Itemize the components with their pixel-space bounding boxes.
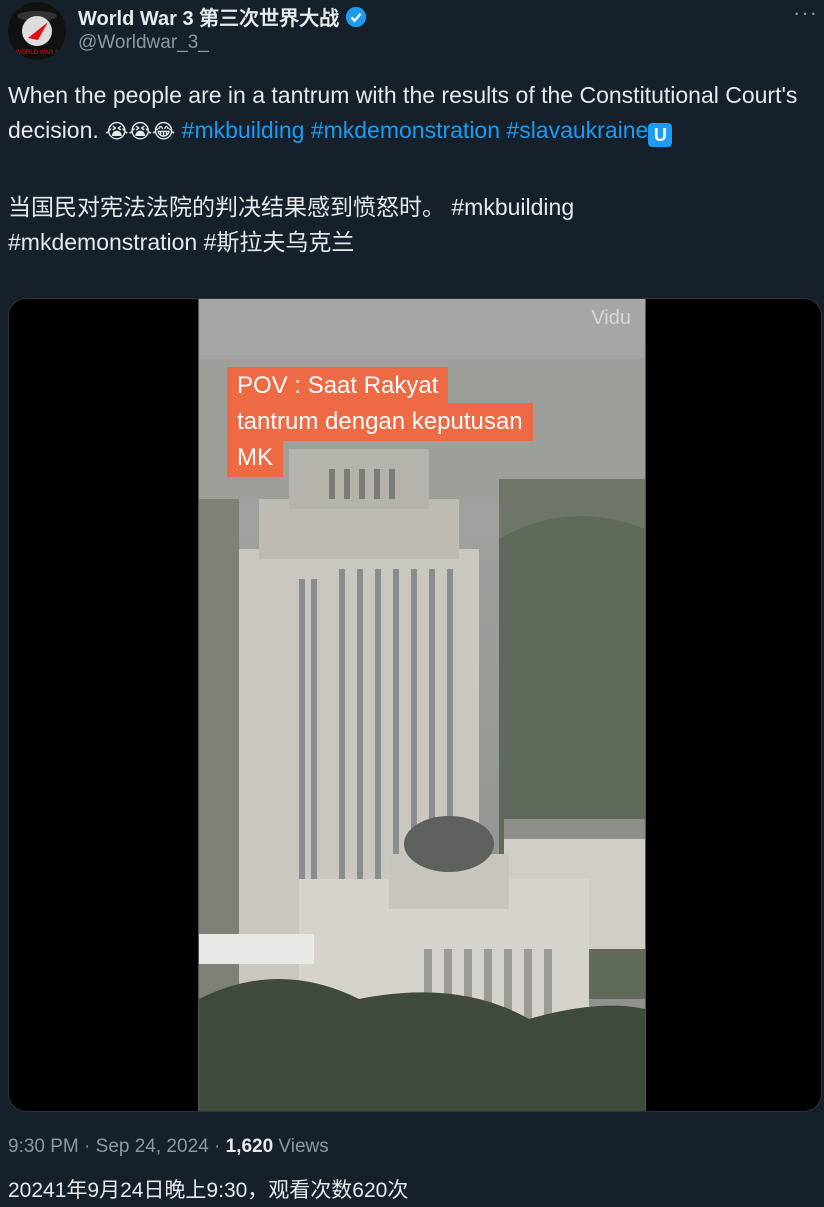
hashtag-cn-mkbuilding: #mkbuilding <box>451 194 575 220</box>
views-count: 1,620 <box>225 1136 274 1157</box>
author-display-name[interactable]: World War 3 第三次世界大战 <box>78 2 339 31</box>
tweet-meta-cn: 20241年9月24日晚上9:30，观看次数620次 <box>8 1179 409 1202</box>
avatar[interactable]: WORLD WAR 3 <box>8 2 66 60</box>
video-overlay-line-3: MK <box>227 439 283 477</box>
avatar-image: WORLD WAR 3 <box>8 2 66 60</box>
video-overlay-line-2: tantrum dengan keputusan <box>227 403 533 441</box>
avatar-text: WORLD WAR 3 <box>16 50 59 56</box>
hashtag-slavaukraine[interactable]: #slavaukraine <box>506 117 648 143</box>
hashtag-cn-slavaukraine: #斯拉夫乌克兰 <box>203 229 355 255</box>
video-overlay-line-1: POV : Saat Rakyat <box>227 367 449 405</box>
video-watermark: Vidu <box>591 307 631 329</box>
author-name-row: World War 3 第三次世界大战 <box>78 2 367 31</box>
more-options-icon[interactable]: ··· <box>793 0 818 26</box>
tweet-meta: 9:30 PM · Sep 24, 2024 · 1,620 Views <box>8 1136 329 1157</box>
tweet-emojis: 😭😭😂 <box>105 121 176 143</box>
author-handle[interactable]: @Worldwar_3_ <box>78 32 209 54</box>
tweet-time[interactable]: 9:30 PM <box>8 1136 79 1157</box>
tweet-text-cn: 当国民对宪法法院的判决结果感到愤怒时。 #mkbuilding #mkdemon… <box>8 190 814 260</box>
u-flag-badge: U <box>648 123 673 147</box>
tweet-body-cn: 当国民对宪法法院的判决结果感到愤怒时。 <box>8 194 445 220</box>
hashtag-mkdemonstration[interactable]: #mkdemonstration <box>311 117 500 143</box>
hashtag-cn-mkdemonstration: #mkdemonstration <box>8 229 198 255</box>
tweet-text-en: When the people are in a tantrum with th… <box>8 78 814 150</box>
tweet-date[interactable]: Sep 24, 2024 <box>96 1136 209 1157</box>
video-player[interactable]: Vidu POV : Saat Rakyat tantrum dengan ke… <box>8 298 822 1112</box>
verified-badge-icon <box>346 6 367 27</box>
views-label: Views <box>278 1136 329 1157</box>
video-frame: Vidu POV : Saat Rakyat tantrum dengan ke… <box>198 299 646 1111</box>
hashtag-mkbuilding[interactable]: #mkbuilding <box>182 117 305 143</box>
